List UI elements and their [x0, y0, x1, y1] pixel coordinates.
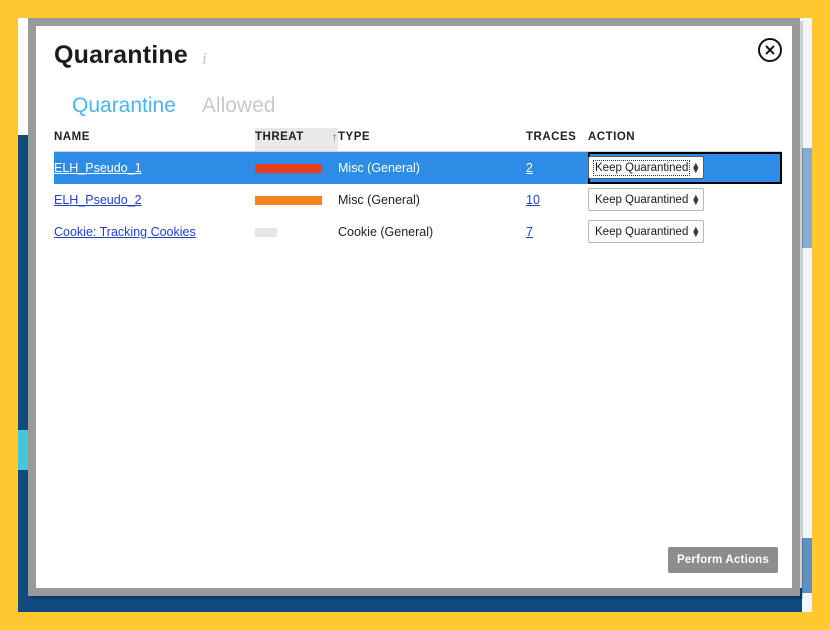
perform-actions-button[interactable]: Perform Actions [668, 547, 778, 573]
cell-traces: 2 [526, 151, 588, 184]
page-scrollbar-thumb[interactable] [802, 148, 812, 248]
traces-count-link[interactable]: 10 [526, 193, 540, 207]
column-header-threat[interactable]: THREAT ↑ [255, 128, 338, 152]
quarantine-table-container: NAME THREAT ↑ TYPE TRACES ACTION ELH_Pse… [54, 128, 782, 248]
cell-action: Keep Quarantined ▲ ▼ [588, 151, 782, 184]
threat-level-bar [255, 195, 322, 205]
cell-traces: 10 [526, 184, 588, 216]
dialog-header: Quarantine i [54, 41, 207, 70]
select-stepper-icon[interactable]: ▲ ▼ [691, 160, 700, 174]
tab-allowed[interactable]: Allowed [202, 94, 276, 118]
threat-name-link[interactable]: Cookie: Tracking Cookies [54, 225, 196, 239]
threat-type-text: Misc (General) [338, 160, 420, 175]
threat-name-link[interactable]: ELH_Pseudo_2 [54, 193, 142, 207]
dialog-tabs: Quarantine Allowed [72, 94, 275, 118]
action-select[interactable]: Keep Quarantined ▲ ▼ [588, 188, 704, 211]
cell-action: Keep Quarantined ▲ ▼ [588, 216, 782, 248]
threat-level-bar [255, 227, 277, 237]
cell-type: Misc (General) [338, 151, 526, 184]
close-icon[interactable] [758, 38, 782, 62]
traces-count-link[interactable]: 2 [526, 161, 533, 175]
threat-type-text: Cookie (General) [338, 224, 434, 239]
table-row[interactable]: ELH_Pseudo_1 Misc (General) 2 Keep Quaranti… [54, 151, 782, 184]
action-select[interactable]: Keep Quarantined ▲ ▼ [588, 156, 704, 180]
cell-type: Cookie (General) [338, 216, 526, 248]
cell-name: ELH_Pseudo_2 [54, 184, 255, 216]
page-title: Quarantine [54, 41, 188, 69]
cell-threat [255, 184, 338, 216]
info-icon[interactable]: i [202, 43, 207, 69]
action-select-value: Keep Quarantined [595, 225, 689, 238]
cell-action: Keep Quarantined ▲ ▼ [588, 184, 782, 216]
table-row[interactable]: ELH_Pseudo_2 Misc (General) 10 Keep Quarant… [54, 184, 782, 216]
column-header-name[interactable]: NAME [54, 128, 255, 152]
action-select[interactable]: Keep Quarantined ▲ ▼ [588, 220, 704, 243]
cell-threat [255, 216, 338, 248]
screen: Quarantine i Quarantine Allowed NAME THR… [0, 0, 830, 630]
table-header: NAME THREAT ↑ TYPE TRACES ACTION [54, 128, 782, 152]
dialog-body: Quarantine i Quarantine Allowed NAME THR… [36, 26, 792, 588]
select-stepper-icon[interactable]: ▲ ▼ [691, 192, 700, 206]
threat-type-text: Misc (General) [338, 192, 420, 207]
column-header-threat-label: THREAT [255, 131, 304, 143]
threat-name-link[interactable]: ELH_Pseudo_1 [54, 161, 142, 175]
traces-count-link[interactable]: 7 [526, 225, 533, 239]
cell-name: ELH_Pseudo_1 [54, 151, 255, 184]
column-header-traces[interactable]: TRACES [526, 128, 588, 152]
cell-type: Misc (General) [338, 184, 526, 216]
table-header-row: NAME THREAT ↑ TYPE TRACES ACTION [54, 128, 782, 152]
page-scrollbar-thumb-secondary[interactable] [802, 538, 812, 593]
table-body: ELH_Pseudo_1 Misc (General) 2 Keep Quaranti… [54, 151, 782, 248]
cell-traces: 7 [526, 216, 588, 248]
action-select-value: Keep Quarantined [595, 193, 689, 206]
page-scrollbar[interactable] [802, 18, 812, 612]
column-header-action[interactable]: ACTION [588, 128, 782, 152]
app-page: Quarantine i Quarantine Allowed NAME THR… [18, 18, 812, 612]
select-stepper-icon[interactable]: ▲ ▼ [691, 224, 700, 238]
quarantine-table: NAME THREAT ↑ TYPE TRACES ACTION ELH_Pse… [54, 128, 782, 248]
cell-name: Cookie: Tracking Cookies [54, 216, 255, 248]
quarantine-dialog: Quarantine i Quarantine Allowed NAME THR… [28, 18, 800, 596]
tab-quarantine[interactable]: Quarantine [72, 94, 176, 118]
table-row[interactable]: Cookie: Tracking Cookies Cookie (General)… [54, 216, 782, 248]
action-select-value: Keep Quarantined [592, 159, 691, 176]
column-header-type[interactable]: TYPE [338, 128, 526, 152]
cell-threat [255, 151, 338, 184]
threat-level-bar [255, 163, 322, 173]
